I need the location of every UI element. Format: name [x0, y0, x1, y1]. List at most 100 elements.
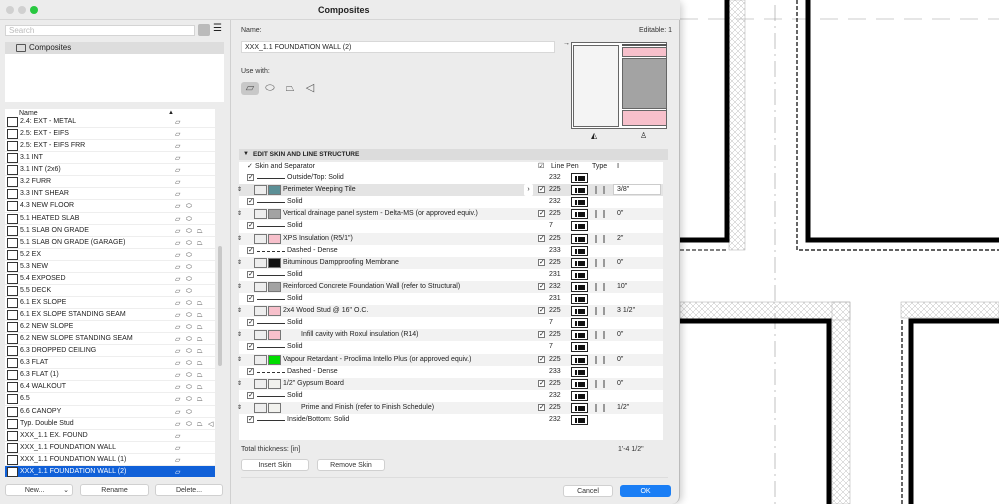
list-item[interactable]: XXX_1.1 FOUNDATION WALL (1) ▱ — [5, 454, 215, 466]
separator-row[interactable]: ✓ Solid 231 — [239, 293, 663, 305]
skin-type-icon[interactable] — [595, 355, 605, 364]
expand-arrow-icon[interactable]: › — [524, 184, 533, 197]
list-item[interactable]: Typ. Double Stud ▱ ⬭ ⏢ ◁ — [5, 418, 215, 430]
list-item[interactable]: 6.3 DROPPED CEILING ▱ ⬭ ⏢ — [5, 345, 215, 358]
delete-button[interactable]: Delete... — [155, 484, 223, 496]
separator-row[interactable]: ✓ Solid 7 — [239, 220, 663, 232]
list-item[interactable]: 5.5 DECK ▱ ⬭ — [5, 285, 215, 297]
thickness-value[interactable]: 0" — [617, 329, 623, 341]
line-pen-icon[interactable] — [571, 366, 588, 377]
line-pen-number[interactable]: 225 — [549, 208, 561, 220]
list-item[interactable]: 3.3 INT SHEAR ▱ — [5, 188, 215, 201]
thickness-value[interactable]: 3 1/2" — [617, 305, 635, 317]
drag-handle-icon[interactable]: ⇕ — [237, 233, 242, 245]
line-pen-number[interactable]: 225 — [549, 378, 561, 390]
list-item[interactable]: XXX_1.1 FOUNDATION WALL (2) ▱ — [5, 465, 215, 478]
fill-swatch[interactable] — [268, 330, 281, 341]
list-item[interactable]: 2.5: EXT - EIFS FRR ▱ — [5, 140, 215, 153]
fill-swatch[interactable] — [268, 402, 281, 413]
skin-checkbox[interactable]: ✓ — [538, 186, 545, 194]
line-pen-icon[interactable] — [571, 306, 588, 317]
fill-swatch[interactable] — [268, 281, 281, 292]
wall-icon[interactable]: ▱ — [241, 82, 259, 95]
thickness-value[interactable]: 0" — [617, 354, 623, 366]
line-pen-icon[interactable] — [571, 354, 588, 365]
hatch-swatch[interactable] — [254, 185, 267, 196]
folder-view-icon[interactable] — [198, 24, 210, 36]
line-pen-number[interactable]: 225 — [549, 329, 561, 341]
cancel-button[interactable]: Cancel — [563, 485, 613, 497]
separator-checkbox[interactable]: ✓ — [247, 319, 254, 327]
drag-handle-icon[interactable]: ⇕ — [237, 378, 242, 390]
separator-checkbox[interactable]: ✓ — [247, 246, 254, 254]
separator-checkbox[interactable]: ✓ — [247, 367, 254, 375]
fill-swatch[interactable] — [268, 378, 281, 389]
line-pen-number[interactable]: 232 — [549, 390, 561, 402]
line-pen-number[interactable]: 225 — [549, 402, 561, 414]
hatch-swatch[interactable] — [254, 281, 267, 292]
slab-icon[interactable]: ⬭ — [261, 82, 279, 95]
edit-skin-section-header[interactable]: ▼ EDIT SKIN AND LINE STRUCTURE — [239, 149, 668, 160]
line-pen-number[interactable]: 233 — [549, 366, 561, 378]
line-pen-icon[interactable] — [571, 185, 588, 196]
list-item[interactable]: 5.2 EX ▱ ⬭ — [5, 249, 215, 261]
new-button[interactable]: New... ⌄ — [5, 484, 73, 496]
line-pen-icon[interactable] — [571, 378, 588, 389]
separator-row[interactable]: ✓ Outside/Top: Solid 232 — [239, 172, 663, 184]
line-pen-number[interactable]: 232 — [549, 196, 561, 208]
drag-handle-icon[interactable]: ⇕ — [237, 305, 242, 317]
check-all-icon[interactable]: ✓ — [247, 162, 253, 172]
line-pen-number[interactable]: 232 — [549, 414, 561, 426]
line-pen-icon[interactable] — [571, 233, 588, 244]
skin-type-icon[interactable] — [595, 282, 605, 291]
list-item[interactable]: 6.1 EX SLOPE STANDING SEAM ▱ ⬭ ⏢ — [5, 309, 215, 322]
hatch-swatch[interactable] — [254, 209, 267, 220]
skin-type-icon[interactable] — [595, 307, 605, 316]
chevron-down-icon[interactable]: ⌄ — [63, 485, 72, 496]
separator-row[interactable]: ✓ Inside/Bottom: Solid 232 — [239, 414, 663, 426]
skin-type-icon[interactable] — [595, 234, 605, 243]
skin-row[interactable]: ⇕ Prime and Finish (refer to Finish Sched… — [237, 401, 663, 414]
skin-type-icon[interactable] — [595, 331, 605, 340]
separator-row[interactable]: ✓ Solid 7 — [239, 317, 663, 329]
line-pen-icon[interactable] — [571, 197, 588, 208]
line-pen-icon[interactable] — [571, 402, 588, 413]
list-item[interactable]: 3.2 FURR ▱ — [5, 176, 215, 189]
tree-item-composites[interactable]: Composites — [5, 42, 224, 54]
list-item[interactable]: 5.3 NEW ▱ ⬭ — [5, 261, 215, 273]
hatch-swatch[interactable] — [254, 233, 267, 244]
list-item[interactable]: 6.2 NEW SLOPE STANDING SEAM ▱ ⬭ ⏢ — [5, 333, 215, 346]
skin-checkbox[interactable]: ✓ — [538, 282, 545, 290]
list-item[interactable]: 6.2 NEW SLOPE ▱ ⬭ ⏢ — [5, 321, 215, 334]
drag-handle-icon[interactable]: ⇕ — [237, 208, 242, 220]
list-item[interactable]: 6.6 CANOPY ▱ ⬭ — [5, 406, 215, 418]
shell-icon[interactable]: ◁ — [301, 82, 319, 95]
list-item[interactable]: 5.1 SLAB ON GRADE (GARAGE) ▱ ⬭ ⏢ — [5, 237, 215, 249]
line-pen-number[interactable]: 225 — [549, 354, 561, 366]
separator-checkbox[interactable]: ✓ — [247, 222, 254, 230]
skin-row[interactable]: ⇕ Bituminous Dampproofing Membrane ✓ 0" 225 — [237, 256, 663, 269]
line-pen-icon[interactable] — [571, 173, 588, 183]
separator-checkbox[interactable]: ✓ — [247, 270, 254, 278]
list-item[interactable]: 6.4 WALKOUT ▱ ⬭ ⏢ — [5, 381, 215, 394]
list-item[interactable]: XXX_1.1 EX. FOUND ▱ — [5, 430, 215, 442]
drag-handle-icon[interactable]: ⇕ — [237, 402, 242, 414]
separator-checkbox[interactable]: ✓ — [247, 295, 254, 302]
drag-handle-icon[interactable]: ⇕ — [237, 184, 242, 196]
fill-swatch[interactable] — [268, 209, 281, 220]
skin-type-icon[interactable] — [595, 210, 605, 219]
skin-type-icon[interactable] — [595, 379, 605, 388]
line-pen-number[interactable]: 232 — [549, 172, 561, 184]
list-item[interactable]: 6.5 ▱ ⬭ ⏢ — [5, 393, 215, 406]
separator-checkbox[interactable]: ✓ — [247, 174, 254, 181]
ok-button[interactable]: OK — [620, 485, 671, 497]
skin-checkbox[interactable]: ✓ — [538, 379, 545, 387]
separator-checkbox[interactable]: ✓ — [247, 198, 254, 206]
line-pen-icon[interactable] — [571, 390, 588, 401]
list-item[interactable]: 6.3 FLAT (1) ▱ ⬭ ⏢ — [5, 369, 215, 382]
skin-checkbox[interactable]: ✓ — [538, 331, 545, 339]
drag-handle-icon[interactable]: ⇕ — [237, 257, 242, 269]
hatch-swatch[interactable] — [254, 306, 267, 317]
check-column-icon[interactable]: ☑ — [538, 162, 544, 172]
skin-row[interactable]: ⇕ Vertical drainage panel system - Delta-… — [237, 208, 663, 221]
